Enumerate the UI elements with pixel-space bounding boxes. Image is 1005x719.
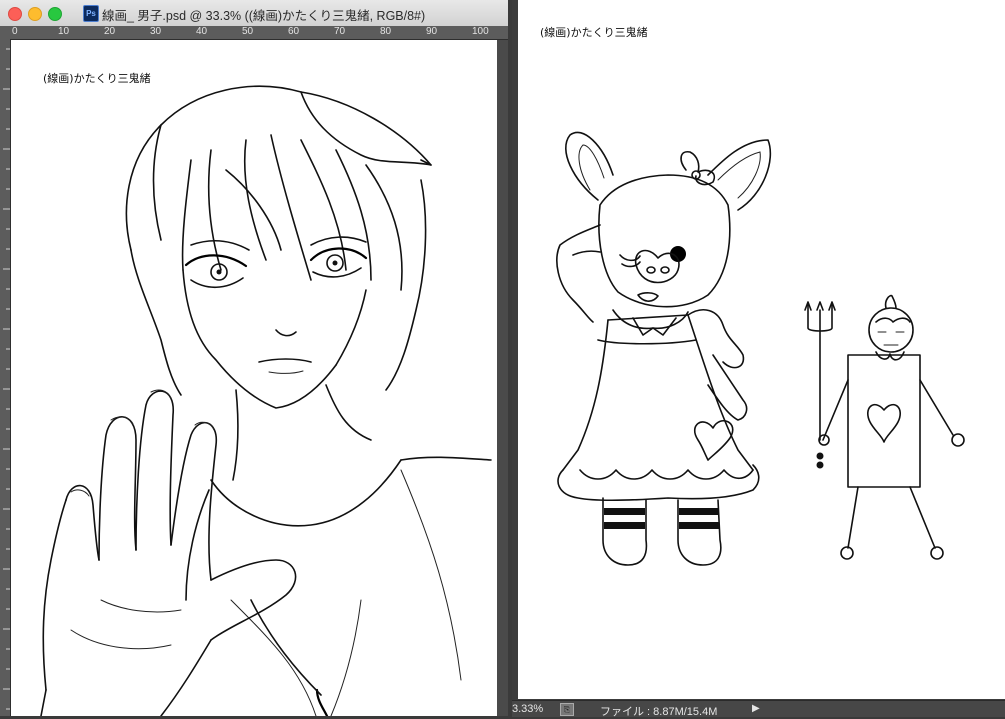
status-menu-arrow-icon[interactable]: ▶	[752, 703, 760, 714]
document-window-boy[interactable]: Ps 線画_ 男子.psd @ 33.3% ((線画)かたくり三鬼緒, RGB/…	[0, 0, 508, 716]
minimize-button[interactable]	[28, 7, 42, 21]
vertical-ruler-ticks	[3, 48, 10, 710]
ruler-label: 90	[426, 26, 438, 37]
pig-and-card-soldier-line-art-icon	[556, 131, 965, 566]
photoshop-document-icon: Ps	[83, 5, 99, 22]
status-bar: 3.33% ⎘ ファイル : 8.87M/15.4M ▶	[512, 700, 1005, 718]
document-profile-icon[interactable]: ⎘	[560, 703, 574, 716]
zoom-level[interactable]: 3.33%	[512, 703, 543, 715]
ruler-label: 60	[288, 26, 300, 37]
close-button[interactable]	[8, 7, 22, 21]
window-titlebar[interactable]: Ps 線画_ 男子.psd @ 33.3% ((線画)かたくり三鬼緒, RGB/…	[0, 0, 508, 27]
window-title: 線画_ 男子.psd @ 33.3% ((線画)かたくり三鬼緒, RGB/8#)	[102, 9, 426, 23]
vertical-ruler[interactable]	[0, 39, 11, 716]
file-size-info: ファイル : 8.87M/15.4M	[600, 706, 718, 718]
ruler-corner[interactable]	[0, 26, 10, 39]
ruler-label: 40	[196, 26, 208, 37]
ruler-label: 100	[472, 26, 489, 37]
ruler-label: 20	[104, 26, 116, 37]
document-window-characters[interactable]: (線画)かたくり三鬼緒	[512, 0, 1005, 716]
ruler-label: 10	[58, 26, 70, 37]
ruler-label: 80	[380, 26, 392, 37]
boy-line-art-icon	[40, 85, 492, 716]
canvas-boy[interactable]: (線画)かたくり三鬼緒	[11, 40, 497, 716]
canvas-characters[interactable]: (線画)かたくり三鬼緒	[518, 0, 1005, 699]
ruler-label: 0	[12, 26, 18, 37]
horizontal-ruler[interactable]: 0 10 20 30 40 50 60 70 80 90 100	[10, 26, 508, 40]
ruler-label: 50	[242, 26, 254, 37]
maximize-button[interactable]	[48, 7, 62, 21]
ruler-label: 30	[150, 26, 162, 37]
ruler-label: 70	[334, 26, 346, 37]
